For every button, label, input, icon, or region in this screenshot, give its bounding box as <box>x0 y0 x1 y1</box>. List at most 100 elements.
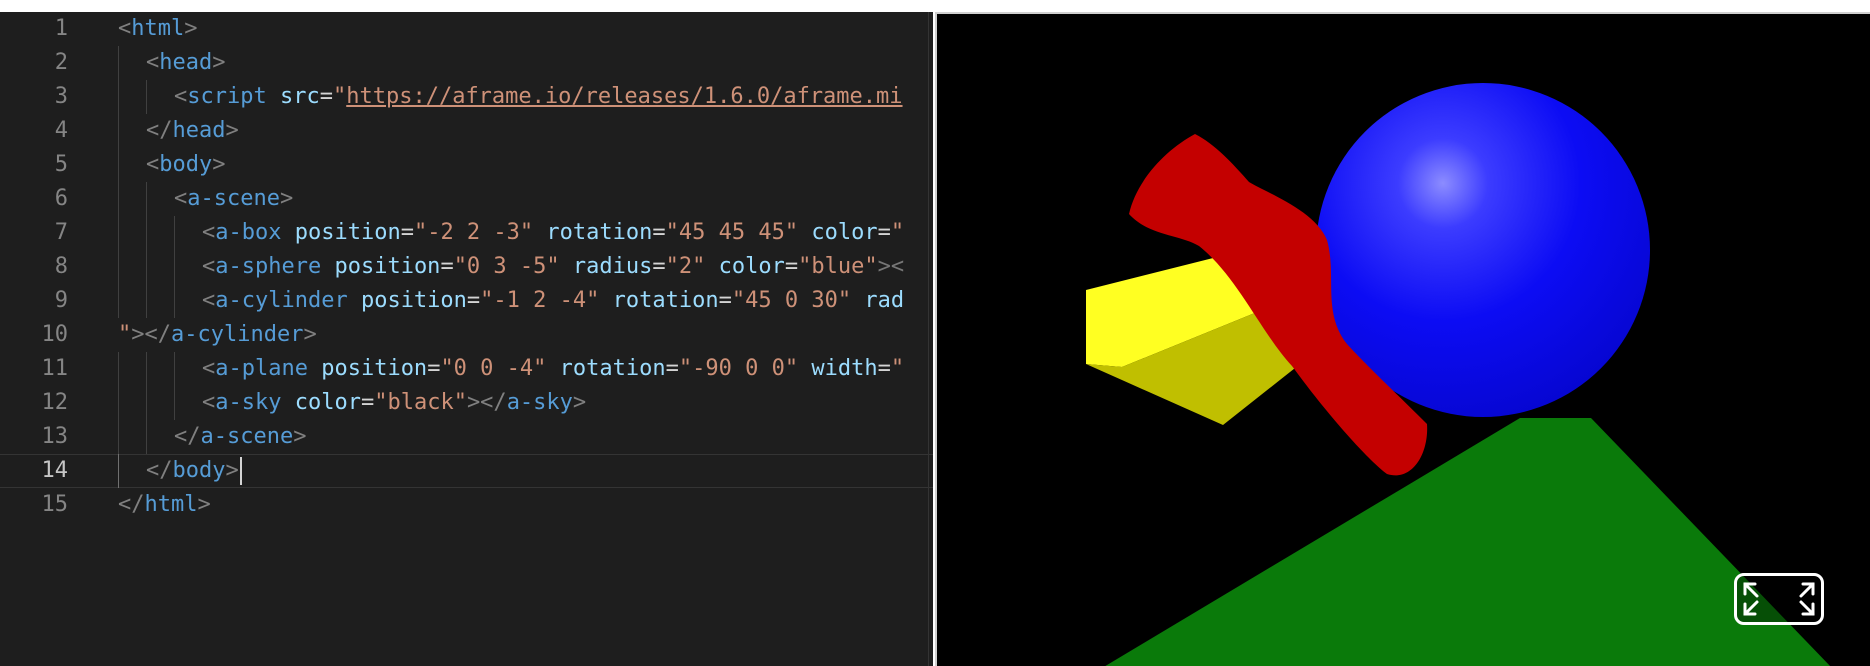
token-attr: rotation <box>546 220 653 245</box>
token-tag: a-sky <box>506 390 573 415</box>
code-text: <script src="https://aframe.io/releases/… <box>174 80 903 114</box>
indent-guide <box>118 216 119 250</box>
code-line[interactable]: 9 <a-cylinder position="-1 2 -4" rotation… <box>0 284 933 318</box>
token-str: "black" <box>374 390 467 415</box>
line-number: 5 <box>54 152 68 177</box>
line-number: 6 <box>54 186 68 211</box>
token-str: "45 0 30" <box>731 288 852 313</box>
indent-guide <box>146 420 147 454</box>
token-attr: position <box>360 288 467 313</box>
code-line[interactable]: 10 "></a-cylinder> <box>0 318 933 352</box>
indent-guide <box>118 386 119 420</box>
token-tag: head <box>159 50 213 75</box>
token-tag: script <box>187 84 267 109</box>
code-line[interactable]: 4 </head> <box>0 114 933 148</box>
line-number: 3 <box>54 84 68 109</box>
line-number: 10 <box>41 322 69 347</box>
code-text: <body> <box>146 148 225 182</box>
indent-guide <box>146 80 147 114</box>
indent-guide <box>118 46 119 80</box>
token-punct: > <box>572 390 587 415</box>
indent-guide <box>118 420 119 454</box>
token-attr: color <box>718 254 785 279</box>
aframe-preview[interactable] <box>935 12 1870 666</box>
indent-guide <box>118 80 119 114</box>
token-eq: = <box>427 356 441 381</box>
token-punct: > <box>197 492 211 517</box>
token-punct: </ <box>146 458 173 483</box>
code-text: "></a-cylinder> <box>118 318 317 352</box>
code-line[interactable]: 8 <a-sphere position="0 3 -5" radius="2" … <box>0 250 933 284</box>
code-text: <html> <box>118 12 197 46</box>
line-number: 2 <box>54 50 68 75</box>
token-str: "blue" <box>798 254 878 279</box>
code-line[interactable]: 12 <a-sky color="black"></a-sky> <box>0 386 933 420</box>
token-fold: >< <box>877 254 905 279</box>
token-punct: ></ <box>131 322 171 347</box>
code-line[interactable]: 14 </body> <box>0 454 933 488</box>
code-text: <head> <box>146 46 225 80</box>
token-attr: src <box>279 84 320 109</box>
code-editor[interactable]: 1 <html> 2 <head> 3 <script src="https://afra… <box>0 12 933 666</box>
code-text: </body> <box>146 454 239 488</box>
token-eq: = <box>665 356 679 381</box>
token-tag: body <box>159 152 213 177</box>
token-attr: color <box>811 220 878 245</box>
token-eq: = <box>440 254 454 279</box>
token-punct: < <box>146 152 160 177</box>
token-attr: radius <box>572 254 653 279</box>
code-line[interactable]: 13 </a-scene> <box>0 420 933 454</box>
indent-guide <box>118 148 119 182</box>
code-line[interactable]: 5 <body> <box>0 148 933 182</box>
code-line[interactable]: 2 <head> <box>0 46 933 80</box>
token-attr: position <box>334 254 441 279</box>
code-text: <a-box position="-2 2 -3" rotation="45 4… <box>202 216 904 250</box>
text-cursor <box>240 457 242 485</box>
token-attr: position <box>294 220 401 245</box>
token-str: "2" <box>665 254 706 279</box>
line-number: 4 <box>54 118 68 143</box>
token-eq: = <box>652 254 666 279</box>
code-line[interactable]: 3 <script src="https://aframe.io/releases… <box>0 80 933 114</box>
token-str: "0 0 -4" <box>440 356 547 381</box>
token-str: "-2 2 -3" <box>413 220 534 245</box>
token-str: "-90 0 0" <box>678 356 799 381</box>
code-line[interactable]: 7 <a-box position="-2 2 -3" rotation="45 … <box>0 216 933 250</box>
code-text: </a-scene> <box>174 420 306 454</box>
indent-guide <box>174 386 175 420</box>
code-line[interactable]: 1 <html> <box>0 12 933 46</box>
token-punct: > <box>293 424 307 449</box>
token-eq: = <box>360 390 375 415</box>
token-eq: = <box>319 84 333 109</box>
code-line[interactable]: 11 <a-plane position="0 0 -4" rotation="-… <box>0 352 933 386</box>
token-punct: > <box>303 322 317 347</box>
indent-guide <box>146 182 147 216</box>
token-tag: a-cylinder <box>171 322 304 347</box>
token-tag: html <box>144 492 198 517</box>
scene-canvas <box>937 14 1870 666</box>
indent-guide <box>174 216 175 250</box>
indent-guide <box>118 114 119 148</box>
token-punct: > <box>184 16 198 41</box>
token-attr: color <box>294 390 361 415</box>
line-number: 15 <box>41 492 69 517</box>
code-text: <a-cylinder position="-1 2 -4" rotation=… <box>202 284 904 318</box>
indent-guide <box>174 250 175 284</box>
code-line[interactable]: 6 <a-scene> <box>0 182 933 216</box>
fullscreen-button[interactable] <box>1734 573 1824 625</box>
token-punct: > <box>225 118 239 143</box>
token-punct: ></ <box>466 390 507 415</box>
token-punct: < <box>174 84 188 109</box>
token-attr: width <box>811 356 878 381</box>
token-punct: </ <box>174 424 201 449</box>
code-line[interactable]: 15 </html> <box>0 488 933 522</box>
code-text: <a-scene> <box>174 182 293 216</box>
token-attr: rad <box>864 288 905 313</box>
token-str: "-1 2 -4" <box>480 288 600 313</box>
